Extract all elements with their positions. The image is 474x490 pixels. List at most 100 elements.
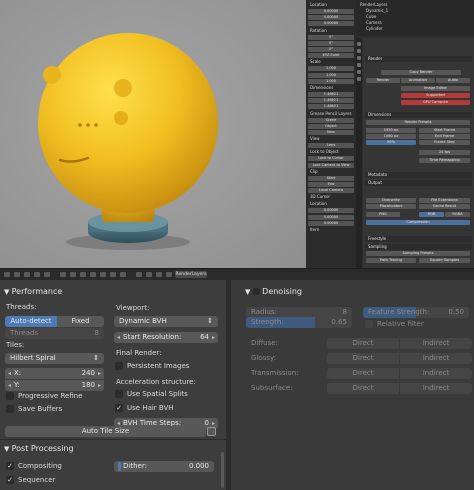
sidebar-field[interactable]: Lens — [308, 143, 354, 149]
sidebar-field[interactable]: Lock to Cursor — [308, 156, 354, 162]
resolution-y[interactable]: 1080 px — [366, 134, 416, 139]
color-rgba[interactable]: RGBA — [445, 212, 470, 217]
feature-set-dropdown[interactable]: Supported — [401, 93, 470, 98]
compositing-checkbox[interactable]: ✓ — [6, 462, 14, 470]
world-tab-icon[interactable] — [357, 56, 361, 60]
metadata-section[interactable]: Metadata — [365, 172, 472, 178]
render-section[interactable]: Render — [365, 56, 472, 62]
decrement-arrow-icon[interactable]: ◂ — [117, 332, 120, 343]
select-menu-icon[interactable] — [24, 272, 30, 277]
threads-auto-detect-button[interactable]: Auto-detect — [5, 316, 57, 327]
tile-order-dropdown[interactable]: Hilbert Spiral ⇕ — [5, 353, 104, 364]
render-presets[interactable]: Render Presets — [366, 120, 470, 125]
outliner-item[interactable]: Camera — [366, 20, 382, 25]
sidebar-field[interactable]: Scene — [308, 117, 354, 123]
persistent-images-checkbox[interactable] — [115, 362, 123, 370]
3d-viewport[interactable] — [0, 0, 306, 268]
sequencer-label[interactable]: Sequencer — [18, 475, 55, 485]
compositing-label[interactable]: Compositing — [18, 461, 62, 471]
progressive-refine-checkbox[interactable] — [6, 392, 14, 400]
glossy-direct-button[interactable]: Direct — [327, 353, 399, 364]
increment-arrow-icon[interactable]: ▸ — [212, 332, 215, 343]
editor-type-icon[interactable] — [4, 272, 10, 277]
file-extensions-checkbox[interactable]: File Extensions — [419, 198, 470, 203]
render-layer-icon[interactable] — [166, 272, 172, 277]
rotate-icon[interactable] — [110, 272, 116, 277]
object-tab-icon[interactable] — [357, 63, 361, 67]
persistent-images-label[interactable]: Persistent Images — [127, 361, 189, 371]
relative-filter-checkbox[interactable] — [365, 320, 373, 328]
cache-result-checkbox[interactable]: Cache Result — [419, 204, 470, 209]
sidebar-field[interactable]: 1.48621 — [308, 104, 354, 110]
shading-icon[interactable] — [70, 272, 76, 277]
auto-tile-size-button[interactable]: Auto Tile Size — [5, 426, 206, 437]
sidebar-field[interactable]: 0.00000 — [308, 208, 354, 214]
sampling-presets[interactable]: Sampling Presets — [366, 251, 470, 256]
sidebar-field[interactable]: 1.000 — [308, 72, 354, 78]
sidebar-field[interactable]: Start — [308, 175, 354, 181]
viewport-bvh-dropdown[interactable]: Dynamic BVH ⇕ — [114, 316, 218, 327]
post-processing-header[interactable]: ▼ Post Processing — [4, 443, 74, 455]
scene-tab-icon[interactable] — [357, 49, 361, 53]
denoising-header[interactable]: ▼ Denoising — [245, 286, 302, 298]
denoising-checkbox[interactable] — [252, 288, 260, 295]
sidebar-field[interactable]: 0° — [308, 47, 354, 52]
outliner-item[interactable]: RenderLayers — [360, 2, 387, 7]
mode-dropdown-icon[interactable] — [60, 272, 66, 277]
sequencer-checkbox[interactable]: ✓ — [6, 476, 14, 484]
tile-x-field[interactable]: ◂ X: 240 ▸ — [5, 368, 104, 379]
sidebar-field[interactable]: 0.00000 — [308, 21, 354, 27]
properties-tabs[interactable] — [356, 38, 362, 268]
threads-count-field[interactable]: Threads 8 — [5, 328, 104, 339]
panel-scrollbar[interactable] — [221, 452, 224, 488]
outliner-item[interactable]: Cylinder — [366, 26, 383, 31]
transmission-direct-button[interactable]: Direct — [327, 368, 399, 379]
manipulator-icon[interactable] — [90, 272, 96, 277]
view-menu-icon[interactable] — [14, 272, 20, 277]
square-samples-checkbox[interactable]: Square Samples — [419, 258, 470, 263]
resolution-x[interactable]: 1920 px — [366, 128, 416, 133]
add-menu-icon[interactable] — [34, 272, 40, 277]
subsurface-indirect-button[interactable]: Indirect — [400, 383, 472, 394]
hair-bvh-checkbox[interactable]: ✓ — [115, 404, 123, 412]
sidebar-field[interactable]: Object — [308, 123, 354, 129]
progressive-refine-label[interactable]: Progressive Refine — [18, 391, 83, 401]
outliner-item[interactable]: Cube — [366, 14, 376, 19]
sampling-section[interactable]: Sampling — [365, 244, 472, 250]
sidebar-field[interactable]: 1.000 — [308, 66, 354, 72]
dither-field[interactable]: Dither: 0.000 — [114, 461, 214, 472]
transmission-indirect-button[interactable]: Indirect — [400, 368, 472, 379]
sidebar-field[interactable]: Local Camera — [308, 188, 354, 194]
layers-icon[interactable] — [146, 272, 152, 277]
end-frame[interactable]: End Frame — [419, 134, 470, 139]
render-tab-icon[interactable] — [357, 42, 361, 46]
glossy-indirect-button[interactable]: Indirect — [400, 353, 472, 364]
sidebar-field[interactable]: 0.00000 — [308, 15, 354, 21]
layers-icon[interactable] — [136, 272, 142, 277]
spatial-splits-label[interactable]: Use Spatial Splits — [127, 389, 188, 399]
object-menu-icon[interactable] — [44, 272, 50, 277]
auto-tile-size-toggle[interactable] — [207, 427, 216, 436]
decrement-arrow-icon[interactable]: ◂ — [8, 368, 11, 379]
start-frame[interactable]: Start Frame — [419, 128, 470, 133]
color-rgb[interactable]: RGB — [419, 212, 444, 217]
strength-field[interactable]: Strength: 0.65 — [246, 317, 352, 328]
device-dropdown[interactable]: GPU Compute — [401, 100, 470, 105]
sidebar-field[interactable]: 1.48621 — [308, 98, 354, 104]
sidebar-field[interactable]: New — [308, 130, 354, 135]
outliner[interactable]: RenderLayers Dynamic_1 Cube Camera Cylin… — [356, 0, 474, 36]
lock-icon[interactable] — [156, 272, 162, 277]
animation-button[interactable]: Animation — [401, 78, 435, 83]
sidebar-field[interactable]: 0.00000 — [308, 214, 354, 220]
scale-icon[interactable] — [120, 272, 126, 277]
start-resolution-field[interactable]: ◂ Start Resolution: 64 ▸ — [114, 332, 218, 343]
performance-header[interactable]: ▼ Performance — [4, 286, 62, 298]
collapse-arrow-icon[interactable]: ▼ — [245, 288, 253, 296]
frame-rate[interactable]: 24 fps — [419, 150, 470, 155]
compression[interactable]: Compression — [366, 220, 470, 225]
modifier-tab-icon[interactable] — [357, 70, 361, 74]
decrement-arrow-icon[interactable]: ◂ — [8, 380, 11, 391]
file-format[interactable]: PNG — [366, 212, 400, 217]
collapse-arrow-icon[interactable]: ▼ — [4, 445, 12, 453]
save-buffers-checkbox[interactable] — [6, 405, 14, 413]
